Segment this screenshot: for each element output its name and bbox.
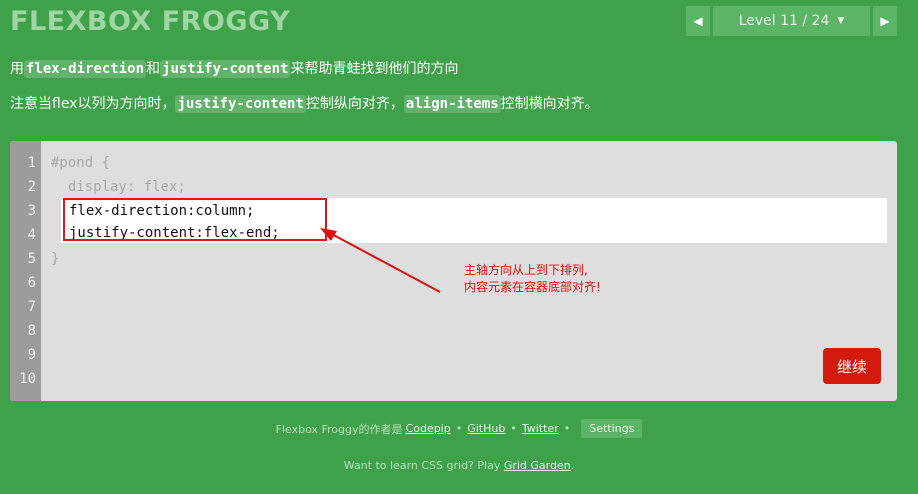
level-navigation: ◀ Level 11 / 24 ▼ ▶ xyxy=(686,6,897,36)
line-number: 5 xyxy=(27,251,36,267)
bullet-separator: • xyxy=(510,422,517,435)
line-number: 4 xyxy=(27,227,36,243)
prev-arrow-icon: ◀ xyxy=(693,14,703,28)
prev-level-button[interactable]: ◀ xyxy=(686,6,710,36)
twitter-link[interactable]: Twitter xyxy=(522,422,559,435)
level-text: Level 11 / 24 xyxy=(738,13,830,29)
instruction-text: 来帮助青蛙找到他们的方向 xyxy=(290,61,459,77)
annotation-line: 内容元素在容器底部对齐! xyxy=(464,280,601,294)
code-editor: 1 2 3 4 5 6 7 8 9 10 #pond { display: fl… xyxy=(10,141,897,401)
line-number: 1 xyxy=(27,155,36,171)
chevron-down-icon: ▼ xyxy=(837,16,845,26)
annotation-line: 主轴方向从上到下排列, xyxy=(464,263,588,277)
code-keyword: justify-content xyxy=(175,95,306,113)
code-line-display: display: flex; xyxy=(51,179,186,195)
next-arrow-icon: ▶ xyxy=(880,14,890,28)
next-button[interactable]: 继续 xyxy=(823,348,881,384)
instruction-text: 控制纵向对齐， xyxy=(305,96,404,112)
instruction-text: 注意当flex以列为方向时， xyxy=(10,96,176,112)
code-keyword: justify-content xyxy=(160,60,291,78)
app-logo: FLEXBOX FROGGY xyxy=(10,6,291,37)
code-line-selector: #pond { xyxy=(51,155,111,171)
line-number: 10 xyxy=(19,371,36,387)
line-number: 2 xyxy=(27,179,36,195)
instruction-text: 用 xyxy=(10,61,24,77)
code-keyword: align-items xyxy=(403,95,501,113)
instruction-text: 和 xyxy=(146,61,161,77)
bullet-separator: • xyxy=(563,422,571,435)
line-number: 9 xyxy=(27,347,36,363)
bullet-separator: • xyxy=(455,422,463,435)
line-number-gutter: 1 2 3 4 5 6 7 8 9 10 xyxy=(10,141,41,401)
github-link[interactable]: GitHub xyxy=(467,422,505,435)
credits-bar: Flexbox Froggy的作者是 Codepip • GitHub • Tw… xyxy=(0,419,918,438)
code-line-closing-brace: } xyxy=(51,251,60,267)
codepip-link[interactable]: Codepip xyxy=(406,422,451,435)
line-number: 8 xyxy=(27,323,36,339)
instruction-text: 控制横向对齐。 xyxy=(500,96,599,112)
annotation-note: 主轴方向从上到下排列, 内容元素在容器底部对齐! xyxy=(464,262,601,296)
line-number: 7 xyxy=(27,299,36,315)
line-number: 3 xyxy=(27,203,36,219)
level-selector[interactable]: Level 11 / 24 ▼ xyxy=(713,6,870,36)
promo-text: Want to learn CSS grid? Play xyxy=(343,459,501,472)
promo-suffix: . xyxy=(570,459,575,472)
instruction-line-2: 注意当flex以列为方向时， justify-content 控制纵向对齐， alig… xyxy=(10,93,599,113)
instruction-line-1: 用 flex-direction 和 justify-content 来帮助青蛙找到他们… xyxy=(10,58,458,78)
settings-button[interactable]: Settings xyxy=(581,419,643,438)
grid-garden-link[interactable]: Grid Garden xyxy=(504,459,571,472)
grid-garden-promo: Want to learn CSS grid? Play Grid Garden… xyxy=(0,459,918,472)
code-keyword: flex-direction xyxy=(24,60,147,78)
line-number: 6 xyxy=(27,275,36,291)
next-level-button[interactable]: ▶ xyxy=(873,6,897,36)
highlight-box xyxy=(63,198,327,241)
credits-text: Flexbox Froggy的作者是 xyxy=(275,422,403,436)
